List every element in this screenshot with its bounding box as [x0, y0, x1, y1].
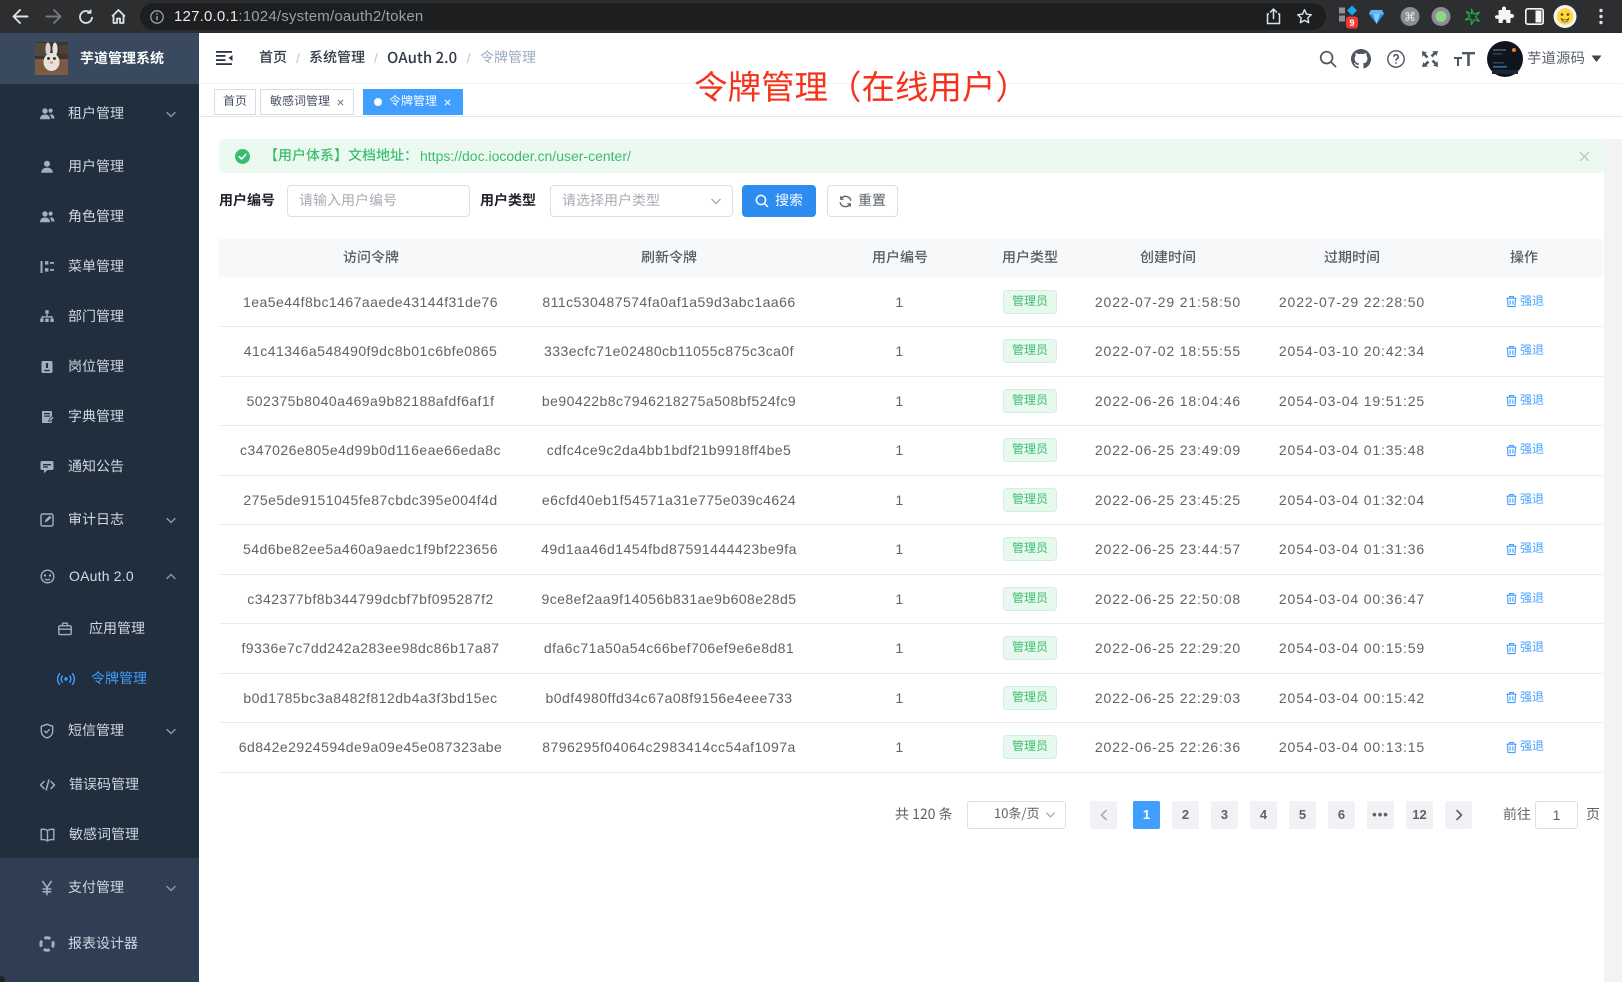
svg-text:⌘: ⌘	[1404, 10, 1416, 24]
svg-text:9: 9	[1349, 18, 1354, 28]
